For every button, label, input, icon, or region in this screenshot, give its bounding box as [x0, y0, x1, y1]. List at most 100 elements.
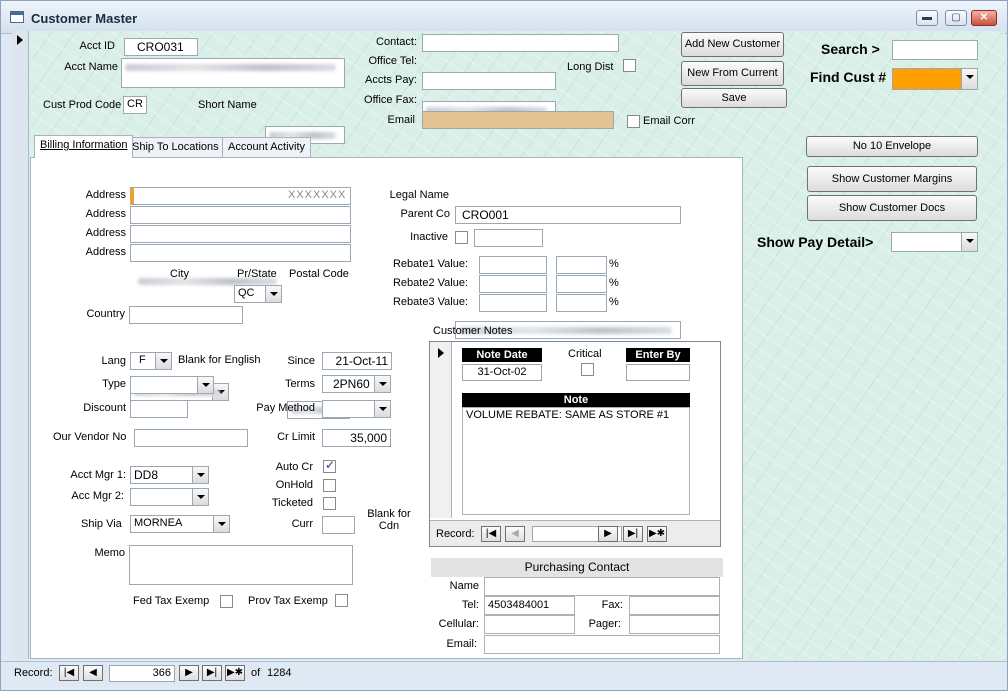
ship-via-combo[interactable]: MORNEA: [130, 515, 230, 533]
record-selector[interactable]: [12, 31, 29, 659]
record-number-field[interactable]: 366: [109, 665, 175, 682]
critical-label: Critical: [568, 348, 602, 360]
close-button[interactable]: ✕: [971, 10, 997, 26]
show-customer-docs-button[interactable]: Show Customer Docs: [807, 195, 977, 221]
new-from-current-button[interactable]: New From Current: [681, 61, 784, 86]
critical-checkbox[interactable]: [581, 363, 594, 376]
pay-method-combo[interactable]: [322, 400, 391, 418]
discount-field[interactable]: [130, 400, 188, 418]
maximize-button[interactable]: ▢: [945, 10, 967, 26]
pc-pager-field[interactable]: [629, 615, 720, 634]
no10-envelope-button[interactable]: No 10 Envelope: [806, 136, 978, 157]
chevron-down-icon[interactable]: [961, 233, 977, 251]
chevron-down-icon[interactable]: [961, 69, 977, 89]
lang-combo[interactable]: F: [130, 352, 172, 370]
new-record-button[interactable]: ▶✱: [647, 526, 667, 542]
pc-cellular-field[interactable]: [484, 615, 575, 634]
chevron-down-icon[interactable]: [213, 516, 229, 532]
chevron-down-icon[interactable]: [374, 376, 390, 392]
minimize-button[interactable]: ▬: [916, 10, 938, 26]
address-line-2[interactable]: [130, 206, 351, 224]
ticketed-checkbox[interactable]: [323, 497, 336, 510]
prstate-combo[interactable]: QC: [234, 285, 282, 303]
rebate3-pct-label: %: [609, 296, 619, 308]
cr-limit-field[interactable]: 35,000: [322, 429, 391, 447]
pc-name-field[interactable]: [484, 577, 720, 596]
tab-account-activity[interactable]: Account Activity: [222, 137, 312, 158]
new-record-button[interactable]: ▶✱: [225, 665, 245, 681]
rebate2-pct-label: %: [609, 277, 619, 289]
parent-co-field[interactable]: CRO001: [455, 206, 681, 224]
accts-pay-field[interactable]: [422, 72, 556, 90]
email-corr-checkbox[interactable]: [627, 115, 640, 128]
enter-by-field[interactable]: [626, 364, 690, 381]
terms-combo[interactable]: 2PN60: [322, 375, 391, 393]
onhold-checkbox[interactable]: [323, 479, 336, 492]
acct-name-field[interactable]: [121, 58, 345, 88]
fed-tax-exemp-checkbox[interactable]: [220, 595, 233, 608]
ship-via-value: MORNEA: [134, 517, 183, 529]
acc-mgr2-combo[interactable]: [130, 488, 209, 506]
pc-tel-field[interactable]: 4503484001: [484, 596, 575, 615]
rebate1-pct-field[interactable]: [556, 256, 607, 274]
country-field[interactable]: [129, 306, 243, 324]
chevron-down-icon[interactable]: [197, 377, 213, 393]
chevron-down-icon[interactable]: [192, 467, 208, 483]
chevron-down-icon[interactable]: [265, 286, 281, 302]
acct-id-field[interactable]: CRO031: [124, 38, 198, 56]
chevron-down-icon[interactable]: [212, 384, 228, 400]
memo-field[interactable]: [129, 545, 353, 585]
our-vendor-no-field[interactable]: [134, 429, 248, 447]
note-text-field[interactable]: VOLUME REBATE: SAME AS STORE #1: [462, 407, 690, 515]
address-line-4[interactable]: [130, 244, 351, 262]
rebate3-value-field[interactable]: [479, 294, 547, 312]
first-record-button[interactable]: |◀: [59, 665, 79, 681]
blank-for-cdn-label: Blank for Cdn: [367, 508, 411, 532]
next-record-button[interactable]: ▶: [179, 665, 199, 681]
tab-billing-information[interactable]: Billing Information: [34, 135, 134, 158]
rebate3-pct-field[interactable]: [556, 294, 607, 312]
email-field[interactable]: [422, 111, 614, 129]
notes-record-selector[interactable]: [430, 342, 452, 518]
contact-field[interactable]: [422, 34, 619, 52]
next-record-button[interactable]: ▶: [598, 526, 618, 542]
chevron-down-icon[interactable]: [374, 401, 390, 417]
prov-tax-exemp-checkbox[interactable]: [335, 594, 348, 607]
curr-field[interactable]: [322, 516, 355, 534]
window-title: Customer Master: [31, 11, 138, 26]
add-new-customer-button[interactable]: Add New Customer: [681, 32, 784, 57]
pc-email-field[interactable]: [484, 635, 720, 654]
note-date-field[interactable]: 31-Oct-02: [462, 364, 542, 381]
find-cust-combo[interactable]: [892, 68, 978, 90]
auto-cr-checkbox[interactable]: [323, 458, 336, 473]
first-record-button[interactable]: |◀: [481, 526, 501, 542]
type-label: Type: [102, 378, 126, 390]
acct-name-label: Acct Name: [64, 61, 118, 73]
show-customer-margins-button[interactable]: Show Customer Margins: [807, 166, 977, 192]
address-label: Address: [85, 189, 126, 201]
long-dist-checkbox[interactable]: [623, 59, 636, 72]
chevron-down-icon[interactable]: [192, 489, 208, 505]
rebate2-value-field[interactable]: [479, 275, 547, 293]
rebate1-value-field[interactable]: [479, 256, 547, 274]
save-button[interactable]: Save: [681, 88, 787, 108]
pay-detail-combo[interactable]: [891, 232, 978, 252]
acct-mgr1-combo[interactable]: DD8: [130, 466, 209, 484]
last-record-button[interactable]: ▶|: [202, 665, 222, 681]
cust-prod-code-field[interactable]: CR: [123, 96, 147, 114]
inactive-checkbox[interactable]: [455, 231, 468, 244]
last-record-button[interactable]: ▶|: [623, 526, 643, 542]
inactive-date-field[interactable]: [474, 229, 543, 247]
pc-fax-field[interactable]: [629, 596, 720, 615]
address-line-1[interactable]: XXXXXXX: [130, 187, 351, 205]
address-line-3[interactable]: [130, 225, 351, 243]
prev-record-button[interactable]: ◀: [505, 526, 525, 542]
search-field[interactable]: [892, 40, 978, 60]
rebate2-pct-field[interactable]: [556, 275, 607, 293]
tab-ship-to-locations[interactable]: Ship To Locations: [126, 137, 225, 158]
lang-value: F: [139, 354, 146, 366]
chevron-down-icon[interactable]: [155, 353, 171, 369]
type-combo[interactable]: [130, 376, 214, 394]
prev-record-button[interactable]: ◀: [83, 665, 103, 681]
since-field[interactable]: 21-Oct-11: [322, 352, 392, 370]
